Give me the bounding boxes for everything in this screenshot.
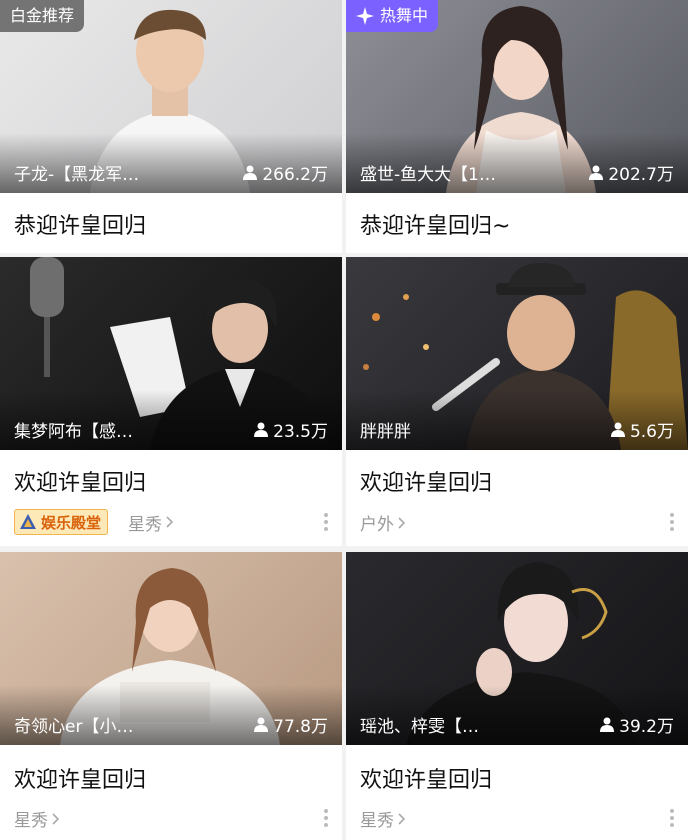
stream-thumbnail[interactable]: 瑶池、梓雯【… 39.2万 [346,552,688,745]
hot-dance-badge: 热舞中 [346,0,439,32]
stream-card[interactable]: 胖胖胖 5.6万 欢迎许皇回归 户外 [346,257,688,546]
card-meta: 娱乐殿堂 星秀 [14,509,174,535]
sparkle-icon [356,7,374,25]
entertainment-hall-icon [20,514,36,529]
stream-card[interactable]: 白金推荐 子龙-【黑龙军… 266.2万 恭迎许皇回归 [0,0,342,253]
person-icon [610,422,625,437]
hot-dance-badge-label: 热舞中 [380,6,429,25]
streamer-name: 集梦阿布【感… [14,422,133,442]
viewer-count: 202.7万 [589,160,674,185]
stream-card[interactable]: 热舞中 盛世-鱼大大【1… 202.7万 恭迎许皇回归~ [346,0,688,253]
viewer-count-value: 266.2万 [262,165,328,185]
category-label: 星秀 [14,811,48,831]
card-meta: 星秀 [14,806,60,831]
stream-card[interactable]: 奇领心er【小… 77.8万 欢迎许皇回归 星秀 [0,552,342,840]
entertainment-hall-tag[interactable]: 娱乐殿堂 [14,509,109,535]
category-link[interactable]: 户外 [360,510,406,535]
viewer-count-value: 5.6万 [629,422,674,442]
streamer-name: 瑶池、梓雯【… [360,717,479,737]
stream-title[interactable]: 欢迎许皇回归 [360,762,492,794]
stream-card[interactable]: 集梦阿布【感… 23.5万 欢迎许皇回归 娱乐殿堂 星秀 [0,257,342,546]
category-link[interactable]: 星秀 [14,806,60,831]
stream-title[interactable]: 欢迎许皇回归 [14,465,146,497]
more-vertical-icon[interactable] [670,513,674,531]
category-link[interactable]: 星秀 [128,510,174,535]
platinum-recommend-badge: 白金推荐 [0,0,85,32]
person-icon [254,422,269,437]
chevron-right-icon [52,812,60,825]
person-icon [600,717,615,732]
card-meta: 户外 [360,510,406,535]
card-meta: 星秀 [360,806,406,831]
stream-card[interactable]: 瑶池、梓雯【… 39.2万 欢迎许皇回归 星秀 [346,552,688,840]
viewer-count-value: 202.7万 [608,165,674,185]
stream-title[interactable]: 欢迎许皇回归 [14,762,146,794]
stream-title[interactable]: 恭迎许皇回归~ [360,208,510,240]
chevron-right-icon [398,812,406,825]
stream-title[interactable]: 恭迎许皇回归 [14,208,146,240]
viewer-count-value: 23.5万 [273,422,328,442]
stream-thumbnail[interactable]: 热舞中 盛世-鱼大大【1… 202.7万 [346,0,688,193]
person-icon [254,717,269,732]
more-vertical-icon[interactable] [324,513,328,531]
viewer-count: 23.5万 [254,417,328,442]
stream-thumbnail[interactable]: 奇领心er【小… 77.8万 [0,552,342,745]
chevron-right-icon [398,516,406,529]
viewer-count-value: 39.2万 [619,717,674,737]
viewer-count: 39.2万 [600,712,674,737]
stream-thumbnail[interactable]: 集梦阿布【感… 23.5万 [0,257,342,450]
stream-thumbnail[interactable]: 白金推荐 子龙-【黑龙军… 266.2万 [0,0,342,193]
person-icon [589,165,604,180]
stream-thumbnail[interactable]: 胖胖胖 5.6万 [346,257,688,450]
streamer-name: 子龙-【黑龙军… [14,165,140,185]
more-vertical-icon[interactable] [324,809,328,827]
chevron-right-icon [166,516,174,528]
category-label: 星秀 [360,811,394,831]
streamer-name: 胖胖胖 [360,422,411,442]
category-label: 星秀 [128,514,163,535]
more-vertical-icon[interactable] [670,809,674,827]
viewer-count: 5.6万 [610,417,674,442]
stream-title[interactable]: 欢迎许皇回归 [360,465,492,497]
viewer-count-value: 77.8万 [273,717,328,737]
streamer-name: 盛世-鱼大大【1… [360,165,496,185]
viewer-count: 266.2万 [243,160,328,185]
category-link[interactable]: 星秀 [360,806,406,831]
streamer-name: 奇领心er【小… [14,717,134,737]
category-label: 户外 [360,515,394,535]
viewer-count: 77.8万 [254,712,328,737]
entertainment-hall-tag-label: 娱乐殿堂 [41,513,102,532]
person-icon [243,165,258,180]
